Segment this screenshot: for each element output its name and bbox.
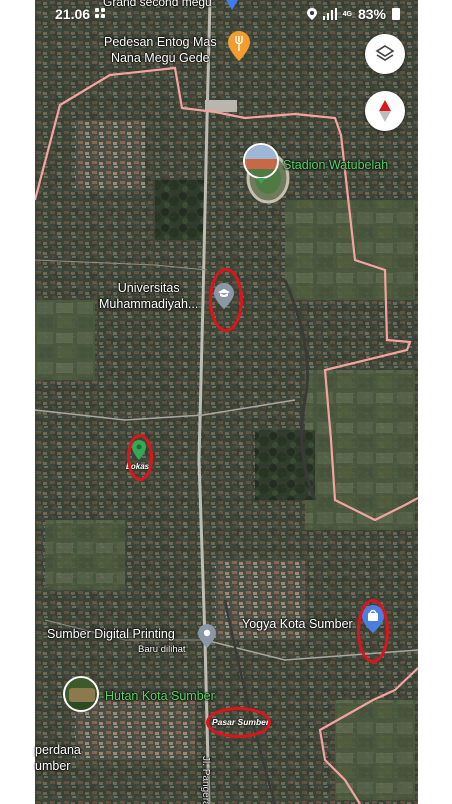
annotation-circle-lokasi <box>127 434 153 481</box>
annotation-circle-universitas <box>209 268 243 332</box>
battery-percent: 83% <box>357 6 386 22</box>
map-label-top-partial: Grand second megu <box>103 0 212 9</box>
annotation-circle-yogya <box>357 599 389 663</box>
place-label-pedesan[interactable]: Pedesan Entog Mas Nana Megu Gede <box>104 34 217 66</box>
place-sublabel-recent: Baru dilihat <box>138 644 186 655</box>
layers-button[interactable] <box>365 34 405 74</box>
annotation-circle-pasar <box>206 707 271 738</box>
place-label-yogya[interactable]: Yogya Kota Sumber <box>242 616 353 632</box>
status-time: 21.06 <box>55 6 91 22</box>
stadium-thumbnail-icon[interactable] <box>243 143 279 179</box>
park-thumbnail-icon[interactable] <box>63 676 99 712</box>
map-screenshot: 21.06 4G 83% Grand second megu Pedesan E… <box>0 0 452 804</box>
place-label-perdana[interactable]: perdana umber <box>35 742 81 774</box>
road-label-pangeran: Jl. Pangeran K <box>200 756 211 804</box>
place-label-sumber-digital[interactable]: Sumber Digital Printing <box>47 626 175 642</box>
layers-icon <box>375 45 395 61</box>
network-type: 4G <box>342 10 352 18</box>
place-label-universitas[interactable]: Universitas Muhammadiyah... <box>99 280 198 312</box>
battery-icon <box>392 8 400 20</box>
stadium-pin-tail <box>257 178 265 184</box>
place-label-hutan[interactable]: Hutan Kota Sumber <box>105 688 215 704</box>
restaurant-pin-icon[interactable] <box>228 31 250 61</box>
recent-place-pin-icon[interactable] <box>198 624 216 648</box>
signal-icon <box>322 8 337 20</box>
navigation-pin-icon <box>226 0 238 10</box>
location-status-icon <box>306 8 317 20</box>
place-label-stadion[interactable]: Stadion Watubelah <box>283 157 388 173</box>
compass-button[interactable] <box>365 91 405 131</box>
compass-icon <box>379 100 391 122</box>
